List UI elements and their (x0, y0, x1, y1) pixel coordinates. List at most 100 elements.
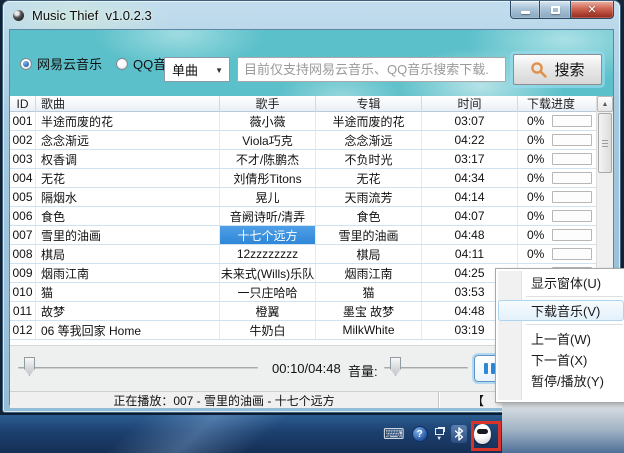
seek-slider-track[interactable] (18, 367, 258, 369)
cell-id: 008 (10, 245, 36, 263)
cell-artist: 橙翼 (220, 302, 316, 320)
progress-bar (552, 229, 593, 241)
desktop-background (502, 403, 624, 453)
progress-label: 0% (527, 228, 545, 242)
cell-progress: 0% (518, 131, 598, 149)
keyboard-icon[interactable]: ⌨ (383, 427, 405, 442)
close-button[interactable]: ✕ (570, 1, 614, 19)
menu-item-pause-play[interactable]: 暂停/播放(Y) (498, 370, 624, 391)
bluetooth-glyph-icon (454, 427, 463, 441)
cell-song: 权香调 (36, 150, 220, 168)
radio-netease-label: 网易云音乐 (37, 57, 103, 72)
cell-id: 003 (10, 150, 36, 168)
cell-album: 棋局 (316, 245, 422, 263)
cell-artist: 牛奶白 (220, 321, 316, 339)
maximize-button[interactable] (540, 1, 570, 19)
progress-label: 0% (527, 190, 545, 204)
search-type-dropdown[interactable]: 单曲 ▼ (164, 57, 230, 82)
red-highlight-annotation (471, 421, 501, 451)
progress-label: 0% (527, 209, 545, 223)
scroll-up-button[interactable]: ▲ (597, 96, 613, 112)
cell-artist: 一只庄哈哈 (220, 283, 316, 301)
menu-separator (526, 324, 623, 325)
column-header-artist[interactable]: 歌手 (220, 96, 316, 112)
menu-item-download-music[interactable]: 下载音乐(V) (498, 300, 624, 321)
window-stack-icon (434, 428, 444, 435)
cell-album: 烟雨江南 (316, 264, 422, 282)
maximize-icon (550, 5, 560, 14)
column-header-progress[interactable]: 下载进度 (518, 96, 598, 112)
table-row[interactable]: 005 隔烟水 晃儿 天雨流芳 04:14 0% (10, 188, 613, 207)
cell-time: 04:14 (422, 188, 518, 206)
table-row[interactable]: 001 半途而废的花 薇小薇 半途而废的花 03:07 0% (10, 112, 613, 131)
music-source-radio-group: 网易云音乐 QQ音乐 (20, 54, 179, 73)
search-button[interactable]: 搜索 (513, 54, 602, 85)
close-icon: ✕ (587, 4, 597, 16)
table-row[interactable]: 008 棋局 12zzzzzzzz 棋局 04:11 0% (10, 245, 613, 264)
table-row-playing[interactable]: 007 雪里的油画 十七个远方 雪里的油画 04:48 0% (10, 226, 613, 245)
column-header-time[interactable]: 时间 (422, 96, 518, 112)
search-input[interactable] (237, 57, 506, 82)
progress-label: 0% (527, 133, 545, 147)
cell-song: 故梦 (36, 302, 220, 320)
cell-id: 011 (10, 302, 36, 320)
cell-artist: 音阙诗听/清弄 (220, 207, 316, 225)
pause-icon (484, 363, 488, 374)
minimize-icon (520, 10, 530, 14)
cell-artist-selected[interactable]: 十七个远方 (220, 226, 316, 244)
progress-label: 0% (527, 152, 545, 166)
progress-label: 0% (527, 247, 545, 261)
cell-album: 不负时光 (316, 150, 422, 168)
cell-artist: 薇小薇 (220, 112, 316, 130)
cell-album: 念念渐远 (316, 131, 422, 149)
minimize-button[interactable] (510, 1, 540, 19)
volume-label: 音量: (348, 364, 378, 379)
table-row[interactable]: 002 念念渐远 Viola巧克 念念渐远 04:22 0% (10, 131, 613, 150)
cell-id: 002 (10, 131, 36, 149)
progress-bar (552, 191, 593, 203)
menu-item-previous-track[interactable]: 上一首(W) (498, 328, 624, 349)
cell-time: 04:34 (422, 169, 518, 187)
radio-netease-music[interactable]: 网易云音乐 (20, 54, 102, 73)
progress-bar (552, 134, 593, 146)
cell-id: 010 (10, 283, 36, 301)
scrollbar-grip-icon (602, 140, 608, 147)
help-icon[interactable]: ? (411, 426, 428, 442)
progress-bar (552, 172, 593, 184)
cell-progress: 0% (518, 169, 598, 187)
cell-progress: 0% (518, 112, 598, 130)
show-hidden-icons-icon[interactable]: ▼ (434, 426, 444, 442)
cell-id: 009 (10, 264, 36, 282)
table-header: ID 歌曲 歌手 专辑 时间 下载进度 (10, 96, 613, 112)
search-icon (531, 62, 548, 78)
cell-song: 雪里的油画 (36, 226, 220, 244)
cell-artist: 不才/陈鹏杰 (220, 150, 316, 168)
table-row[interactable]: 006 食色 音阙诗听/清弄 食色 04:07 0% (10, 207, 613, 226)
app-icon (13, 9, 24, 21)
table-row[interactable]: 003 权香调 不才/陈鹏杰 不负时光 03:17 0% (10, 150, 613, 169)
cell-album: MilkWhite (316, 321, 422, 339)
cell-progress: 0% (518, 188, 598, 206)
cell-time: 04:11 (422, 245, 518, 263)
bluetooth-icon[interactable] (450, 425, 467, 443)
column-header-song[interactable]: 歌曲 (36, 96, 220, 112)
time-display: 00:10/04:48 (272, 361, 341, 376)
cell-song: 念念渐远 (36, 131, 220, 149)
menu-separator (526, 296, 623, 297)
column-header-id[interactable]: ID (10, 96, 36, 112)
progress-bar (552, 153, 593, 165)
menu-item-next-track[interactable]: 下一首(X) (498, 349, 624, 370)
volume-slider-thumb[interactable] (390, 357, 401, 376)
seek-slider-thumb[interactable] (24, 357, 35, 376)
cell-song: 烟雨江南 (36, 264, 220, 282)
table-row[interactable]: 004 无花 刘倩彤Titons 无花 04:34 0% (10, 169, 613, 188)
scrollbar-thumb[interactable] (598, 113, 612, 173)
column-header-album[interactable]: 专辑 (316, 96, 422, 112)
cell-id: 007 (10, 226, 36, 244)
cell-id: 012 (10, 321, 36, 339)
cell-album: 天雨流芳 (316, 188, 422, 206)
menu-item-show-window[interactable]: 显示窗体(U) (498, 272, 624, 293)
chevron-down-icon: ▼ (436, 436, 443, 442)
dropdown-value: 单曲 (172, 63, 199, 78)
progress-bar (552, 115, 593, 127)
